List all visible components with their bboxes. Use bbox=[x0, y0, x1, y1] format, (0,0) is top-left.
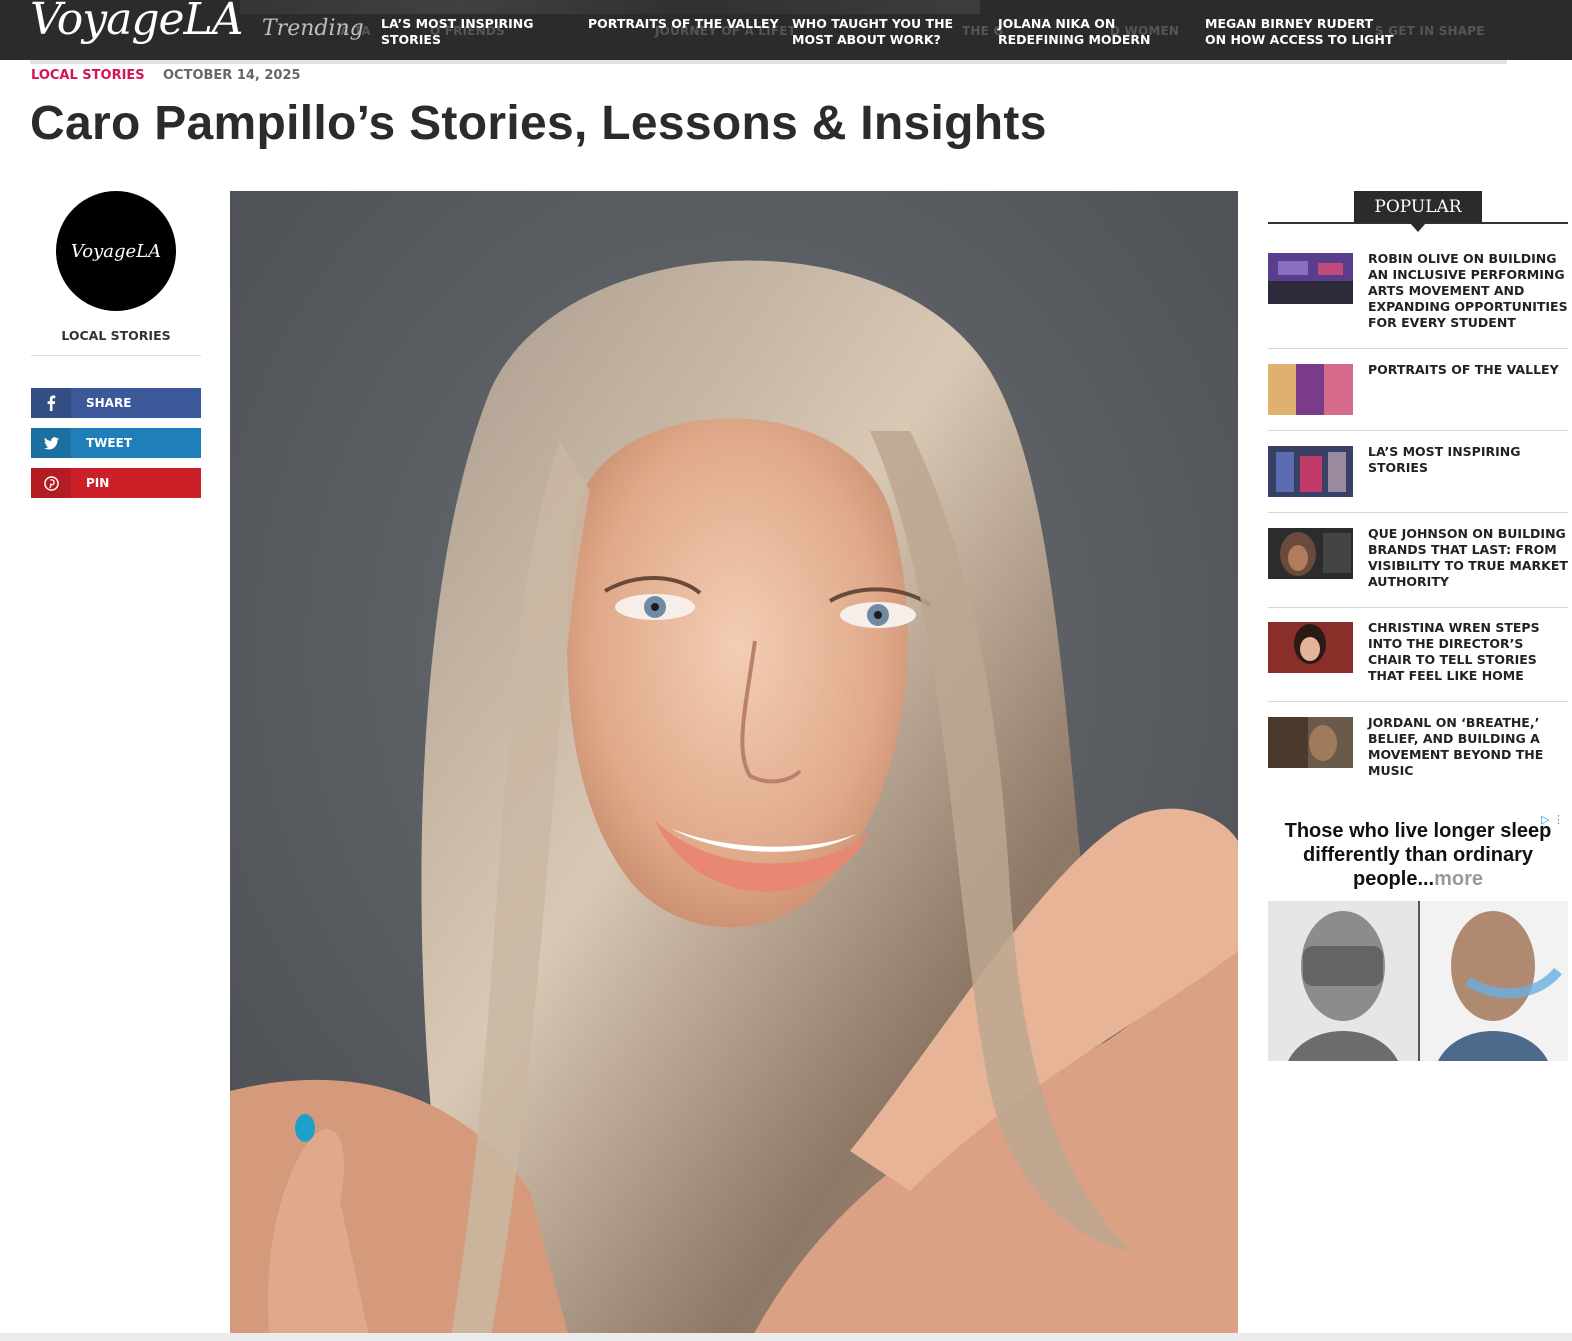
ad-headline[interactable]: Those who live longer sleep differently … bbox=[1268, 819, 1568, 891]
divider bbox=[1268, 430, 1568, 431]
divider bbox=[1268, 607, 1568, 608]
trending-item-megan-birney[interactable]: MEGAN BIRNEY RUDERT ON HOW ACCESS TO LIG… bbox=[1205, 16, 1393, 48]
divider bbox=[1268, 512, 1568, 513]
nav-line: STORIES bbox=[381, 32, 441, 47]
popular-thumbnail[interactable] bbox=[1268, 528, 1353, 579]
article-title: Caro Pampillo’s Stories, Lessons & Insig… bbox=[30, 97, 1047, 150]
popular-item[interactable]: ROBIN OLIVE ON BUILDING AN INCLUSIVE PER… bbox=[1268, 251, 1568, 333]
divider bbox=[1268, 701, 1568, 702]
trending-item-inspiring-stories[interactable]: LA’S MOST INSPIRING STORIES bbox=[381, 16, 533, 48]
nav-line: LA’S MOST INSPIRING bbox=[381, 16, 534, 31]
popular-thumbnail[interactable] bbox=[1268, 717, 1353, 768]
popular-thumbnail[interactable] bbox=[1268, 364, 1353, 415]
popular-title[interactable]: CHRISTINA WREN STEPS INTO THE DIRECTOR’S… bbox=[1368, 620, 1568, 684]
article-date: OCTOBER 14, 2025 bbox=[163, 68, 301, 83]
pin-label: PIN bbox=[86, 476, 110, 490]
popular-thumbnail[interactable] bbox=[1268, 253, 1353, 304]
nav-line: PORTRAITS OF THE VALLEY bbox=[588, 16, 779, 31]
nav-line: ON HOW ACCESS TO LIGHT bbox=[1205, 32, 1394, 47]
nav-line: WHO TAUGHT YOU THE bbox=[792, 16, 954, 31]
site-logo[interactable]: VoyageLA bbox=[30, 0, 244, 45]
advertisement[interactable]: ▷ ⋮ Those who live longer sleep differen… bbox=[1268, 811, 1568, 1061]
popular-item[interactable]: CHRISTINA WREN STEPS INTO THE DIRECTOR’S… bbox=[1268, 620, 1568, 686]
author-category[interactable]: LOCAL STORIES bbox=[31, 328, 201, 343]
hero-portrait-image bbox=[230, 191, 1238, 1341]
popular-thumbnail[interactable] bbox=[1268, 446, 1353, 497]
trending-image-strip bbox=[240, 0, 980, 14]
twitter-icon bbox=[31, 428, 71, 458]
share-label: SHARE bbox=[86, 396, 132, 410]
article-category-link[interactable]: LOCAL STORIES bbox=[31, 68, 145, 83]
author-avatar[interactable]: VoyageLA bbox=[56, 191, 176, 311]
nav-line: JOLANA NIKA ON bbox=[998, 16, 1116, 31]
ad-more-link[interactable]: more bbox=[1434, 868, 1483, 890]
trending-item-portraits-valley[interactable]: PORTRAITS OF THE VALLEY bbox=[588, 16, 779, 32]
nav-line: MOST ABOUT WORK? bbox=[792, 32, 941, 47]
pinterest-icon bbox=[31, 468, 71, 498]
popular-title[interactable]: LA’S MOST INSPIRING STORIES bbox=[1368, 444, 1568, 476]
popular-title[interactable]: ROBIN OLIVE ON BUILDING AN INCLUSIVE PER… bbox=[1368, 251, 1568, 331]
popular-item[interactable]: PORTRAITS OF THE VALLEY bbox=[1268, 362, 1568, 415]
facebook-share-button[interactable]: SHARE bbox=[31, 388, 201, 418]
trending-label: Trending bbox=[262, 16, 364, 41]
popular-item[interactable]: JORDANL ON ‘BREATHE,’ BELIEF, AND BUILDI… bbox=[1268, 715, 1568, 781]
ad-headline-text: Those who live longer sleep differently … bbox=[1284, 820, 1552, 890]
popular-title[interactable]: QUE JOHNSON ON BUILDING BRANDS THAT LAST… bbox=[1368, 526, 1568, 590]
popular-title[interactable]: JORDANL ON ‘BREATHE,’ BELIEF, AND BUILDI… bbox=[1368, 715, 1568, 779]
popular-title[interactable]: PORTRAITS OF THE VALLEY bbox=[1368, 362, 1568, 378]
popular-item[interactable]: LA’S MOST INSPIRING STORIES bbox=[1268, 444, 1568, 497]
popular-tab[interactable]: POPULAR bbox=[1354, 191, 1482, 232]
divider bbox=[1268, 348, 1568, 349]
avatar-logo-text: VoyageLA bbox=[70, 240, 162, 262]
header-underline bbox=[30, 60, 1507, 64]
pinterest-pin-button[interactable]: PIN bbox=[31, 468, 201, 498]
popular-item[interactable]: QUE JOHNSON ON BUILDING BRANDS THAT LAST… bbox=[1268, 526, 1568, 592]
nav-line: REDEFINING MODERN bbox=[998, 32, 1151, 47]
ad-image[interactable] bbox=[1268, 901, 1568, 1061]
tweet-label: TWEET bbox=[86, 436, 133, 450]
trending-item-who-taught-you[interactable]: WHO TAUGHT YOU THE MOST ABOUT WORK? bbox=[792, 16, 953, 48]
bottom-scroll-strip bbox=[0, 1333, 1572, 1341]
top-bar: A TA O FRIENDS JOURNEY OF A LIFET THE G … bbox=[0, 0, 1572, 60]
trending-item-jolana-nika[interactable]: JOLANA NIKA ON REDEFINING MODERN bbox=[998, 16, 1151, 48]
facebook-icon bbox=[31, 388, 71, 418]
popular-thumbnail[interactable] bbox=[1268, 622, 1353, 673]
divider bbox=[31, 355, 201, 356]
twitter-tweet-button[interactable]: TWEET bbox=[31, 428, 201, 458]
nav-line: MEGAN BIRNEY RUDERT bbox=[1205, 16, 1374, 31]
